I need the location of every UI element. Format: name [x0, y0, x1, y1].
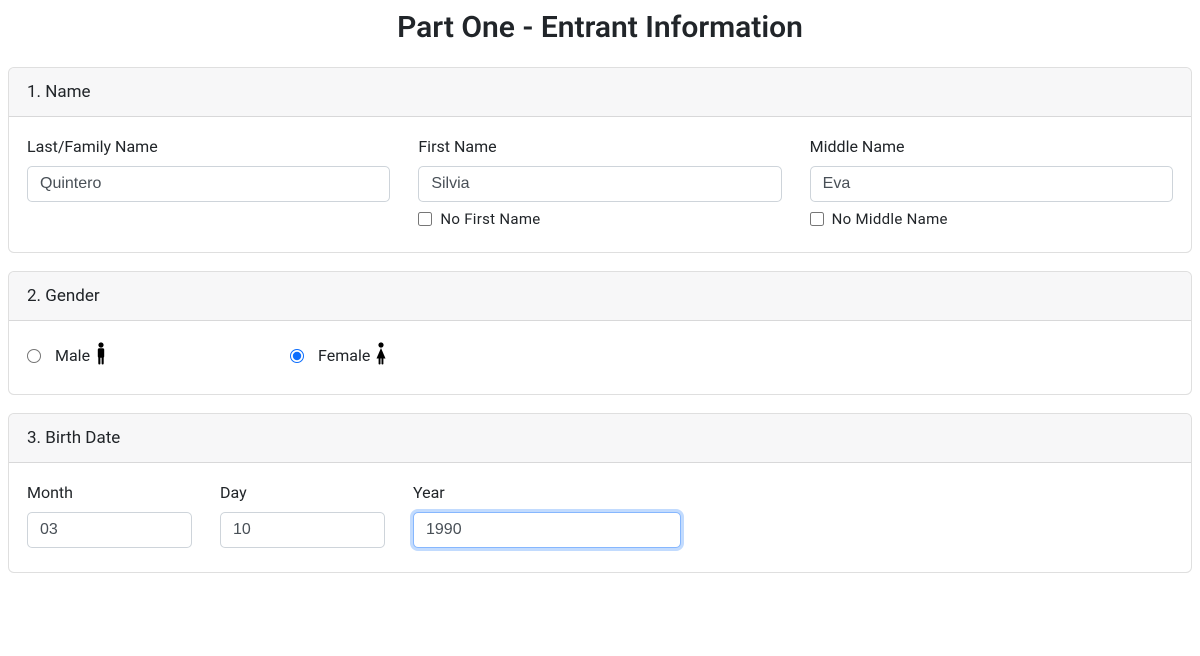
birth-month-input[interactable] [27, 512, 192, 548]
gender-female-option[interactable]: Female [290, 341, 390, 370]
gender-female-label: Female [318, 346, 370, 365]
last-name-label: Last/Family Name [27, 137, 390, 156]
last-name-group: Last/Family Name [27, 137, 390, 228]
birth-year-group: Year [413, 483, 681, 548]
birth-day-label: Day [220, 483, 385, 502]
no-middle-name-label: No Middle Name [832, 210, 948, 228]
no-first-name-label: No First Name [440, 210, 540, 228]
first-name-group: First Name No First Name [418, 137, 781, 228]
birth-month-group: Month [27, 483, 192, 548]
gender-male-radio[interactable] [27, 349, 41, 363]
female-icon [372, 341, 390, 370]
gender-male-option[interactable]: Male [27, 341, 110, 370]
section-gender: 2. Gender Male [8, 271, 1192, 395]
middle-name-label: Middle Name [810, 137, 1173, 156]
birth-day-input[interactable] [220, 512, 385, 548]
gender-female-radio[interactable] [290, 349, 304, 363]
birth-year-label: Year [413, 483, 681, 502]
section-name: 1. Name Last/Family Name First Name No F… [8, 67, 1192, 253]
middle-name-input[interactable] [810, 166, 1173, 202]
no-middle-name-checkbox[interactable] [810, 212, 824, 226]
birth-year-input[interactable] [413, 512, 681, 548]
last-name-input[interactable] [27, 166, 390, 202]
first-name-input[interactable] [418, 166, 781, 202]
no-first-name-checkbox[interactable] [418, 212, 432, 226]
section-gender-header: 2. Gender [9, 272, 1191, 321]
gender-male-label: Male [55, 346, 90, 365]
male-icon [92, 341, 110, 370]
birth-day-group: Day [220, 483, 385, 548]
middle-name-group: Middle Name No Middle Name [810, 137, 1173, 228]
section-name-header: 1. Name [9, 68, 1191, 117]
birth-month-label: Month [27, 483, 192, 502]
section-birthdate: 3. Birth Date Month Day Year [8, 413, 1192, 573]
page-title: Part One - Entrant Information [8, 10, 1192, 45]
first-name-label: First Name [418, 137, 781, 156]
section-birthdate-header: 3. Birth Date [9, 414, 1191, 463]
